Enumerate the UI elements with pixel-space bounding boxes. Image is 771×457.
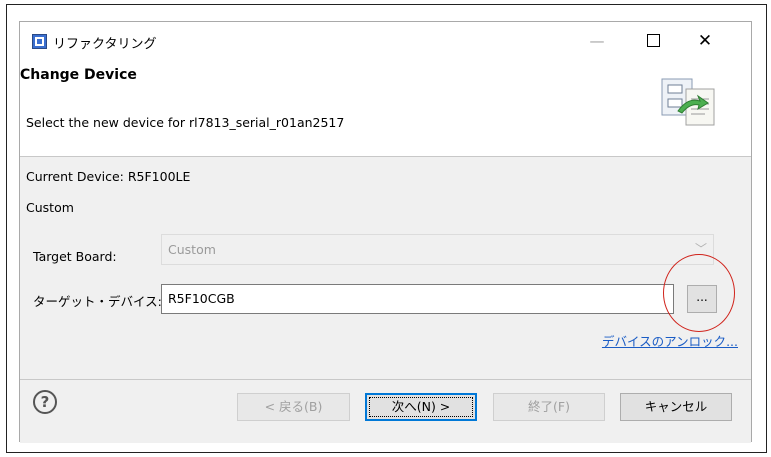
close-button[interactable]: ✕ — [683, 28, 727, 54]
target-device-label: ターゲット・デバイス: — [33, 294, 162, 309]
current-device-label: Current Device: R5F100LE — [26, 169, 191, 184]
wizard-header: Change Device Select the new device for … — [20, 58, 751, 157]
back-button[interactable]: < 戻る(B) — [237, 393, 350, 421]
target-board-value: Custom — [168, 242, 216, 257]
title-bar: リファクタリング — ✕ — [20, 22, 751, 58]
refactor-wizard-icon — [661, 78, 715, 126]
maximize-button[interactable] — [631, 28, 675, 54]
device-unlock-link[interactable]: デバイスのアンロック... — [602, 331, 738, 350]
focus-ring — [369, 397, 473, 417]
cancel-button[interactable]: キャンセル — [620, 393, 732, 421]
help-icon[interactable]: ? — [33, 390, 57, 414]
page-title: Change Device — [20, 67, 137, 83]
wizard-footer: ? < 戻る(B) 次へ(N) > 終了(F) キャンセル — [20, 379, 751, 443]
annotation-circle — [663, 254, 735, 332]
minimize-button[interactable]: — — [575, 28, 619, 54]
refactoring-dialog: リファクタリング — ✕ Change Device Select the ne… — [19, 21, 752, 443]
window-title: リファクタリング — [53, 37, 157, 52]
finish-button[interactable]: 終了(F) — [493, 393, 605, 421]
wizard-body: Current Device: R5F100LE Custom Target B… — [20, 157, 751, 379]
target-device-input[interactable]: R5F10CGB — [161, 284, 674, 314]
page-description: Select the new device for rl7813_serial_… — [26, 115, 345, 130]
minimize-icon: — — [589, 32, 605, 50]
app-icon — [32, 34, 47, 49]
target-board-select[interactable]: Custom ﹀ — [161, 234, 714, 265]
custom-label: Custom — [26, 200, 74, 215]
close-icon: ✕ — [697, 31, 713, 51]
maximize-icon — [646, 34, 660, 47]
target-board-label: Target Board: — [33, 249, 117, 264]
next-button[interactable]: 次へ(N) > — [365, 393, 477, 421]
